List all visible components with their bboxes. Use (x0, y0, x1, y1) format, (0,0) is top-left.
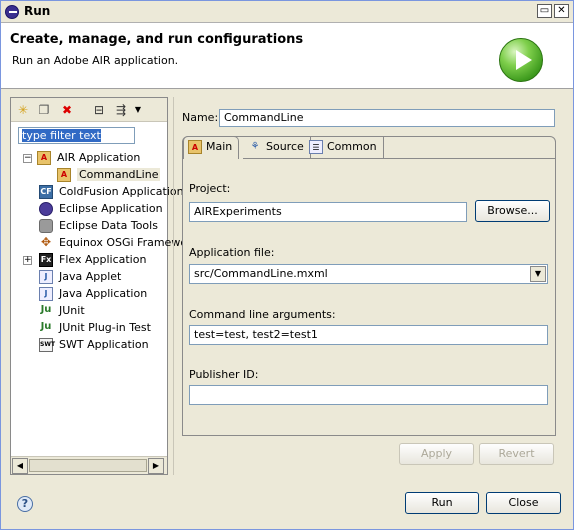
coldfusion-icon: CF (39, 185, 53, 199)
java-app-icon: J (39, 287, 53, 301)
close-window-button[interactable]: ✕ (554, 4, 569, 18)
header-message: Run an Adobe AIR application. (12, 54, 179, 67)
main-tab-icon: A (188, 140, 202, 154)
scroll-thumb[interactable] (29, 459, 147, 472)
filter-input[interactable]: type filter text (18, 127, 135, 144)
eclipse-icon (5, 5, 19, 19)
menu-dropdown-icon[interactable]: ▼ (133, 102, 143, 118)
filter-icon[interactable]: ⇶ (113, 102, 129, 118)
eclipse-app-icon (39, 202, 53, 216)
args-label: Command line arguments: (189, 308, 336, 321)
osgi-icon: ✥ (40, 235, 52, 249)
app-file-label: Application file: (189, 246, 275, 259)
configuration-tree-panel: ✳ ❐ ✖ ⊟ ⇶ ▼ type filter text − A AIR App… (10, 97, 198, 475)
tab-common[interactable]: ☰ Common (305, 137, 384, 158)
swt-icon: SWT (39, 338, 55, 352)
tab-folder: A Main ⚘ Source ☰ Common Project: AIRExp… (182, 136, 556, 436)
junit-plugin-icon: Ju (40, 321, 52, 332)
junit-icon: Ju (40, 304, 52, 315)
restore-button[interactable]: ▭ (537, 4, 552, 18)
database-icon (39, 219, 53, 233)
dialog-header: Create, manage, and run configurations R… (1, 23, 573, 89)
name-label: Name: (182, 111, 219, 124)
apply-button[interactable]: Apply (399, 443, 474, 465)
tab-main[interactable]: A Main (183, 136, 240, 159)
configuration-editor: Name: CommandLine A Main ⚘ Source ☰ Comm… (173, 97, 565, 475)
run-dialog: Run ▭ ✕ Create, manage, and run configur… (0, 0, 574, 530)
args-field[interactable]: test=test, test2=test1 (189, 325, 548, 345)
name-field[interactable]: CommandLine (219, 109, 555, 127)
window-title: Run (24, 4, 51, 18)
air-folder-icon: A (37, 151, 51, 165)
tree-toolbar: ✳ ❐ ✖ ⊟ ⇶ ▼ (11, 98, 167, 122)
collapse-air-toggle[interactable]: − (23, 154, 32, 163)
flex-icon: Fx (39, 253, 53, 267)
publisher-field[interactable] (189, 385, 548, 405)
title-bar: Run ▭ ✕ (1, 1, 573, 23)
chevron-down-icon[interactable]: ▼ (530, 266, 546, 282)
new-config-icon[interactable]: ✳ (15, 102, 31, 118)
tab-source[interactable]: ⚘ Source (244, 137, 311, 158)
duplicate-icon[interactable]: ❐ (36, 102, 52, 118)
run-button[interactable]: Run (405, 492, 479, 514)
common-tab-icon: ☰ (309, 140, 323, 154)
help-icon[interactable]: ? (17, 496, 33, 512)
run-banner-icon (499, 38, 543, 82)
close-button[interactable]: Close (486, 492, 561, 514)
header-title: Create, manage, and run configurations (10, 32, 304, 47)
collapse-all-icon[interactable]: ⊟ (91, 102, 107, 118)
air-config-icon: A (57, 168, 71, 182)
tree-horizontal-scrollbar[interactable]: ◀ ▶ (11, 456, 167, 474)
project-label: Project: (189, 182, 231, 195)
scroll-right-icon[interactable]: ▶ (148, 458, 164, 474)
expand-flex-toggle[interactable]: + (23, 256, 32, 265)
delete-icon[interactable]: ✖ (59, 102, 75, 118)
app-file-select[interactable]: src/CommandLine.mxml ▼ (189, 264, 548, 284)
tab-strip-divider (243, 158, 555, 159)
source-tab-icon: ⚘ (250, 141, 260, 152)
revert-button[interactable]: Revert (479, 443, 554, 465)
project-field[interactable]: AIRExperiments (189, 202, 467, 222)
publisher-label: Publisher ID: (189, 368, 259, 381)
browse-button[interactable]: Browse... (475, 200, 550, 222)
java-applet-icon: J (39, 270, 53, 284)
scroll-left-icon[interactable]: ◀ (12, 458, 28, 474)
